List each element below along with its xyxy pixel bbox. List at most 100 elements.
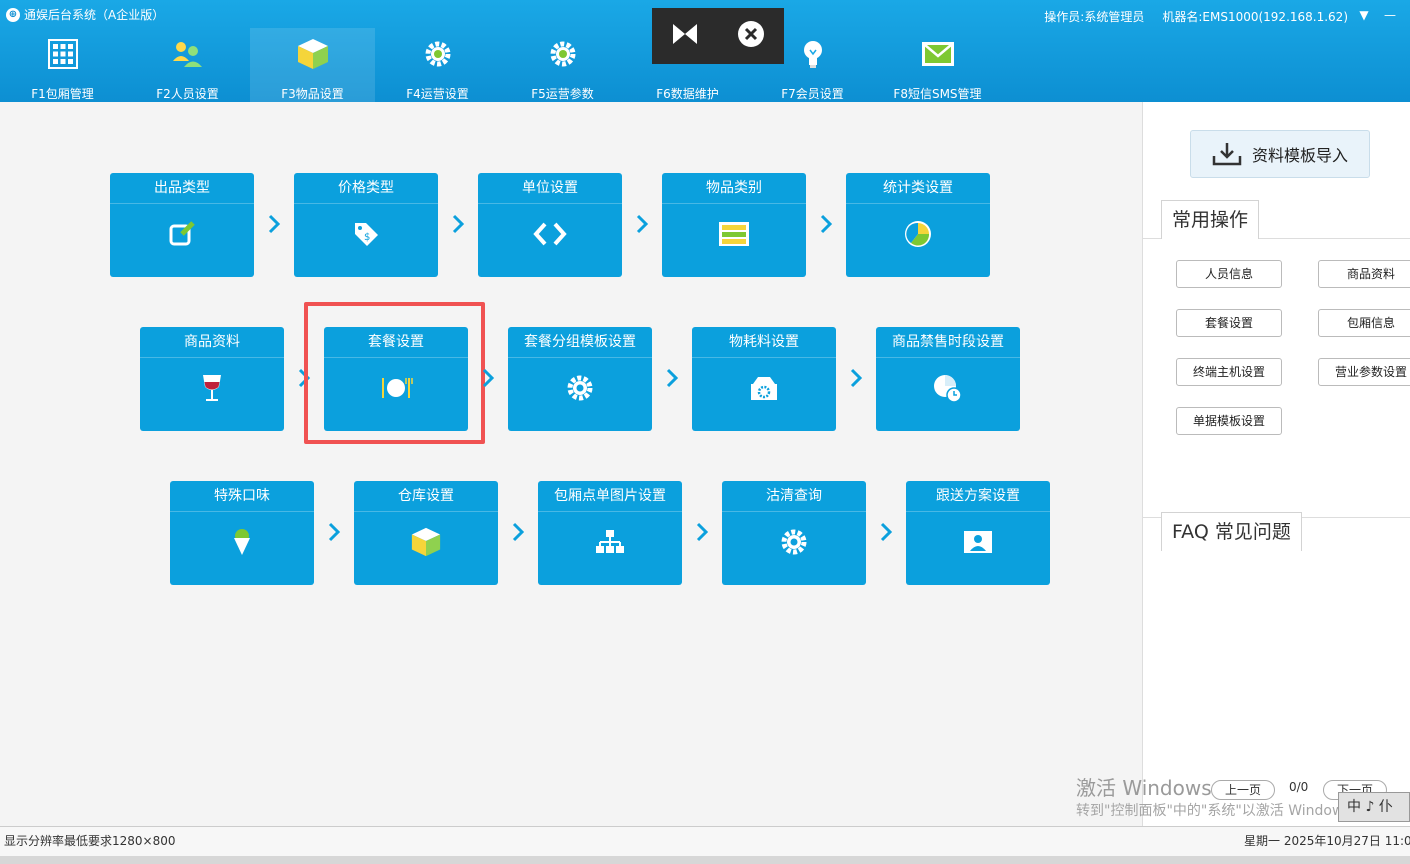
gear-icon: [563, 371, 597, 405]
tile-follow-send-plan[interactable]: 跟送方案设置: [906, 481, 1050, 585]
quick-btn-staff-info[interactable]: 人员信息: [1176, 260, 1282, 288]
right-panel: 资料模板导入 常用操作 人员信息 商品资料 套餐设置 包厢信息 终端主机设置 营…: [1142, 102, 1410, 826]
quick-btn-room-info[interactable]: 包厢信息: [1318, 309, 1410, 337]
floating-toolbar: [652, 8, 784, 64]
tile-sale-ban-period[interactable]: 商品禁售时段设置: [876, 327, 1020, 431]
tile-price-type[interactable]: 价格类型 $: [294, 173, 438, 277]
close-icon[interactable]: [736, 19, 766, 53]
main-nav: F1包厢管理 F2人员设置 F3物品设置 F4运营设置 F5运营参数 F6数据维…: [0, 28, 1000, 102]
tile-label: 统计类设置: [846, 173, 990, 204]
operator-label: 操作员:系统管理员: [1044, 10, 1145, 24]
faq-title: FAQ 常见问题: [1161, 512, 1302, 551]
gear-icon: [420, 36, 456, 71]
activation-watermark-title: 激活 Windows: [1076, 776, 1212, 800]
nav-label: F3物品设置: [281, 87, 344, 101]
quick-btn-package-settings[interactable]: 套餐设置: [1176, 309, 1282, 337]
svg-text:$: $: [364, 232, 370, 243]
users-icon: [170, 36, 206, 71]
tile-label: 仓库设置: [354, 481, 498, 512]
tile-label: 商品禁售时段设置: [876, 327, 1020, 358]
user-info: 操作员:系统管理员 机器名:EMS1000(192.168.1.62): [1044, 8, 1348, 25]
flow-arrow-icon: [328, 522, 341, 542]
quick-btn-product-info[interactable]: 商品资料: [1318, 260, 1410, 288]
pie-icon: [901, 217, 935, 251]
profile-icon: [961, 525, 995, 559]
box-icon: [409, 525, 443, 559]
sitemap-icon: [593, 525, 627, 559]
nav-label: F2人员设置: [156, 87, 219, 101]
nav-item-f4[interactable]: F4运营设置: [375, 28, 500, 102]
tile-sold-out-query[interactable]: 沽清查询: [722, 481, 866, 585]
flow-arrow-icon: [636, 214, 649, 234]
nav-label: F1包厢管理: [31, 87, 94, 101]
drawer-icon: [717, 217, 751, 251]
code-icon: [533, 217, 567, 251]
flow-arrow-icon: [482, 368, 495, 388]
ime-indicator[interactable]: 中 ♪ 仆: [1338, 792, 1410, 822]
flow-arrow-icon: [880, 522, 893, 542]
tile-output-type[interactable]: 出品类型: [110, 173, 254, 277]
tile-label: 单位设置: [478, 173, 622, 204]
tile-label: 套餐分组模板设置: [508, 327, 652, 358]
nav-item-f1[interactable]: F1包厢管理: [0, 28, 125, 102]
chart-clock-icon: [931, 371, 965, 405]
quick-btn-terminal-host[interactable]: 终端主机设置: [1176, 358, 1282, 386]
tile-warehouse-settings[interactable]: 仓库设置: [354, 481, 498, 585]
tile-package-group-template[interactable]: 套餐分组模板设置: [508, 327, 652, 431]
nav-label: F7会员设置: [781, 87, 844, 101]
tile-product-info[interactable]: 商品资料: [140, 327, 284, 431]
play-toggle-icon[interactable]: [671, 22, 699, 50]
wine-icon: [195, 371, 229, 405]
top-bar: ⊕ 通娱后台系统（A企业版） 操作员:系统管理员 机器名:EMS1000(192…: [0, 0, 1410, 102]
template-import-label: 资料模板导入: [1251, 146, 1348, 165]
nav-item-f5[interactable]: F5运营参数: [500, 28, 625, 102]
tile-item-category[interactable]: 物品类别: [662, 173, 806, 277]
mail-icon: [920, 36, 956, 71]
activation-watermark-text: 转到"控制面板"中的"系统"以激活 Windows。: [1076, 803, 1365, 819]
status-bar: 显示分辨率最低要求1280×800 星期一 2025年10月27日 11:00: [0, 826, 1410, 857]
flow-arrow-icon: [452, 214, 465, 234]
nav-label: F8短信SMS管理: [893, 87, 982, 101]
dropdown-menu-icon[interactable]: ▼: [1354, 6, 1374, 24]
tile-label: 价格类型: [294, 173, 438, 204]
tile-stat-settings[interactable]: 统计类设置: [846, 173, 990, 277]
resolution-hint: 显示分辨率最低要求1280×800: [4, 834, 176, 848]
download-icon: [1212, 143, 1242, 166]
tile-special-flavor[interactable]: 特殊口味: [170, 481, 314, 585]
page-counter: 0/0: [1289, 780, 1309, 794]
tile-material-settings[interactable]: 物耗料设置: [692, 327, 836, 431]
app-logo-icon: ⊕: [6, 8, 20, 22]
common-ops-title: 常用操作: [1161, 200, 1260, 239]
tile-label: 出品类型: [110, 173, 254, 204]
nav-label: F4运营设置: [406, 87, 469, 101]
machine-label: 机器名:EMS1000(192.168.1.62): [1162, 10, 1348, 24]
edit-icon: [165, 217, 199, 251]
tag-icon: $: [349, 217, 383, 251]
nav-item-f3[interactable]: F3物品设置: [250, 28, 375, 102]
template-import-button[interactable]: 资料模板导入: [1190, 130, 1370, 178]
tile-label: 包厢点单图片设置: [538, 481, 682, 512]
flow-arrow-icon: [666, 368, 679, 388]
flow-arrow-icon: [696, 522, 709, 542]
prev-page-button[interactable]: 上一页: [1211, 780, 1275, 800]
taskbar-strip: [0, 856, 1410, 864]
quick-btn-business-params[interactable]: 营业参数设置: [1318, 358, 1410, 386]
nav-label: F6数据维护: [656, 87, 719, 101]
minimize-icon[interactable]: —: [1380, 6, 1400, 24]
app-title-area: ⊕ 通娱后台系统（A企业版）: [6, 6, 164, 24]
grid-icon: [45, 36, 81, 71]
quick-btn-document-template[interactable]: 单据模板设置: [1176, 407, 1282, 435]
icecream-icon: [225, 525, 259, 559]
flow-arrow-icon: [512, 522, 525, 542]
tile-unit-settings[interactable]: 单位设置: [478, 173, 622, 277]
flow-arrow-icon: [820, 214, 833, 234]
tile-label: 商品资料: [140, 327, 284, 358]
tile-room-order-image[interactable]: 包厢点单图片设置: [538, 481, 682, 585]
gear-icon: [545, 36, 581, 71]
nav-item-f2[interactable]: F2人员设置: [125, 28, 250, 102]
gear-icon: [777, 525, 811, 559]
tile-label: 特殊口味: [170, 481, 314, 512]
nav-item-f8[interactable]: F8短信SMS管理: [875, 28, 1000, 102]
tile-label: 沽清查询: [722, 481, 866, 512]
box-icon: [295, 36, 331, 71]
